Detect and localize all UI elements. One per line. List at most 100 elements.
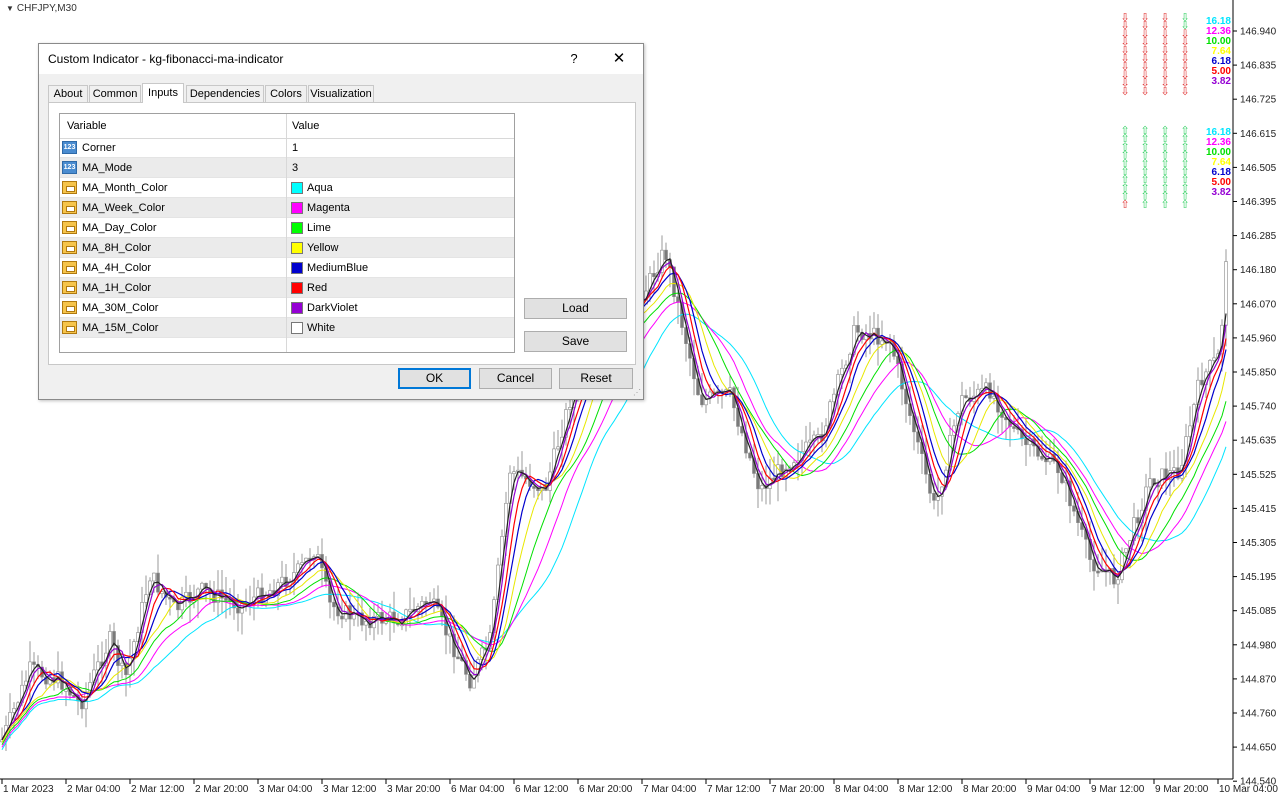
input-row[interactable]: MA_1H_Color Red: [60, 278, 514, 298]
time-tick-label: 2 Mar 04:00: [67, 784, 121, 795]
color-type-icon: [62, 321, 77, 334]
candle-body: [700, 394, 704, 406]
variable-name: MA_Week_Color: [82, 202, 165, 214]
column-header-value[interactable]: Value: [292, 120, 319, 132]
save-button[interactable]: Save: [524, 331, 627, 352]
cancel-button[interactable]: Cancel: [479, 368, 552, 389]
time-tick-label: 9 Mar 04:00: [1027, 784, 1081, 795]
variable-value[interactable]: 1: [292, 142, 298, 154]
variable-value[interactable]: 3: [292, 162, 298, 174]
tab-visualization[interactable]: Visualization: [308, 85, 374, 102]
color-swatch[interactable]: [291, 202, 303, 214]
color-swatch[interactable]: [291, 262, 303, 274]
candle-body: [408, 608, 412, 612]
color-swatch[interactable]: [291, 242, 303, 254]
time-tick-label: 8 Mar 04:00: [835, 784, 889, 795]
variable-value[interactable]: DarkViolet: [307, 302, 358, 314]
candle-body: [340, 615, 344, 620]
input-row[interactable]: MA_Week_Color Magenta: [60, 198, 514, 218]
color-swatch[interactable]: [291, 222, 303, 234]
candle-body: [280, 576, 284, 583]
time-tick-label: 1 Mar 2023: [3, 784, 54, 795]
candle-body: [1124, 548, 1128, 553]
price-tick-label: 146.505: [1240, 163, 1277, 174]
price-tick-label: 144.870: [1240, 674, 1277, 685]
variable-name: MA_Mode: [82, 162, 133, 174]
arrow-down-icon: ⇩: [1180, 85, 1189, 98]
tab-colors[interactable]: Colors: [265, 85, 307, 102]
price-tick-label: 146.180: [1240, 265, 1277, 276]
input-row[interactable]: MA_4H_Color MediumBlue: [60, 258, 514, 278]
candle-body: [568, 407, 572, 410]
input-row[interactable]: MA_Day_Color Lime: [60, 218, 514, 238]
variable-value[interactable]: Magenta: [307, 202, 350, 214]
symbol-label[interactable]: ▼ CHFJPY,M30: [6, 3, 77, 14]
tab-inputs[interactable]: Inputs: [142, 83, 184, 103]
candle-body: [664, 249, 668, 260]
inputs-grid: Variable Value 123 Corner 1 123 MA_Mode 3 MA_M…: [59, 113, 515, 353]
color-type-icon: [62, 221, 77, 234]
dropdown-triangle-icon[interactable]: ▼: [6, 4, 14, 13]
variable-value[interactable]: Yellow: [307, 242, 338, 254]
tab-dependencies[interactable]: Dependencies: [186, 85, 264, 102]
candle-body: [1112, 568, 1116, 585]
integer-type-icon: 123: [62, 161, 77, 174]
variable-value[interactable]: Red: [307, 282, 327, 294]
price-tick-label: 145.415: [1240, 504, 1277, 515]
price-tick-label: 146.725: [1240, 95, 1277, 106]
time-tick-label: 2 Mar 12:00: [131, 784, 185, 795]
arrow-up-icon: ⇧: [1120, 198, 1129, 211]
integer-type-icon: 123: [62, 141, 77, 154]
candle-body: [532, 486, 536, 489]
reset-button[interactable]: Reset: [559, 368, 633, 389]
variable-name: MA_Month_Color: [82, 182, 168, 194]
time-tick-label: 9 Mar 12:00: [1091, 784, 1145, 795]
candle-body: [1092, 559, 1096, 572]
column-header-variable[interactable]: Variable: [67, 120, 107, 132]
price-tick-label: 145.850: [1240, 368, 1277, 379]
input-row[interactable]: 123 MA_Mode 3: [60, 158, 514, 178]
candle-body: [96, 661, 100, 671]
candle-body: [144, 594, 148, 603]
color-swatch[interactable]: [291, 322, 303, 334]
candle-body: [224, 597, 228, 601]
candle-body: [1160, 468, 1164, 486]
variable-name: MA_30M_Color: [82, 302, 159, 314]
variable-value[interactable]: Aqua: [307, 182, 333, 194]
price-tick-label: 145.085: [1240, 606, 1277, 617]
candle-body: [1212, 357, 1216, 361]
variable-value[interactable]: Lime: [307, 222, 331, 234]
time-tick-label: 6 Mar 20:00: [579, 784, 633, 795]
close-button[interactable]: ✕: [605, 48, 633, 70]
time-tick-label: 7 Mar 04:00: [643, 784, 697, 795]
tab-common[interactable]: Common: [89, 85, 141, 102]
color-swatch[interactable]: [291, 182, 303, 194]
candle-body: [448, 633, 452, 637]
help-button[interactable]: ?: [561, 48, 587, 70]
dialog-titlebar[interactable]: Custom Indicator - kg-fibonacci-ma-indic…: [39, 44, 643, 74]
input-row[interactable]: MA_Month_Color Aqua: [60, 178, 514, 198]
resize-grip-icon[interactable]: ⋰: [633, 388, 641, 397]
arrow-up-icon: ⇧: [1140, 198, 1149, 211]
input-row[interactable]: MA_8H_Color Yellow: [60, 238, 514, 258]
color-type-icon: [62, 201, 77, 214]
dialog-title: Custom Indicator - kg-fibonacci-ma-indic…: [48, 52, 284, 66]
color-swatch[interactable]: [291, 282, 303, 294]
price-tick-label: 146.285: [1240, 231, 1277, 242]
color-swatch[interactable]: [291, 302, 303, 314]
tab-about[interactable]: About: [48, 85, 88, 102]
ok-button[interactable]: OK: [398, 368, 471, 389]
price-tick-label: 145.195: [1240, 572, 1277, 583]
price-tick-label: 146.395: [1240, 197, 1277, 208]
candle-body: [168, 596, 172, 600]
input-row[interactable]: MA_15M_Color White: [60, 318, 514, 338]
variable-value[interactable]: White: [307, 322, 335, 334]
load-button[interactable]: Load: [524, 298, 627, 319]
input-row[interactable]: MA_30M_Color DarkViolet: [60, 298, 514, 318]
input-row[interactable]: 123 Corner 1: [60, 138, 514, 158]
variable-value[interactable]: MediumBlue: [307, 262, 368, 274]
candle-body: [760, 485, 764, 490]
column-separator[interactable]: [286, 114, 287, 352]
color-type-icon: [62, 181, 77, 194]
candle-body: [32, 661, 36, 665]
